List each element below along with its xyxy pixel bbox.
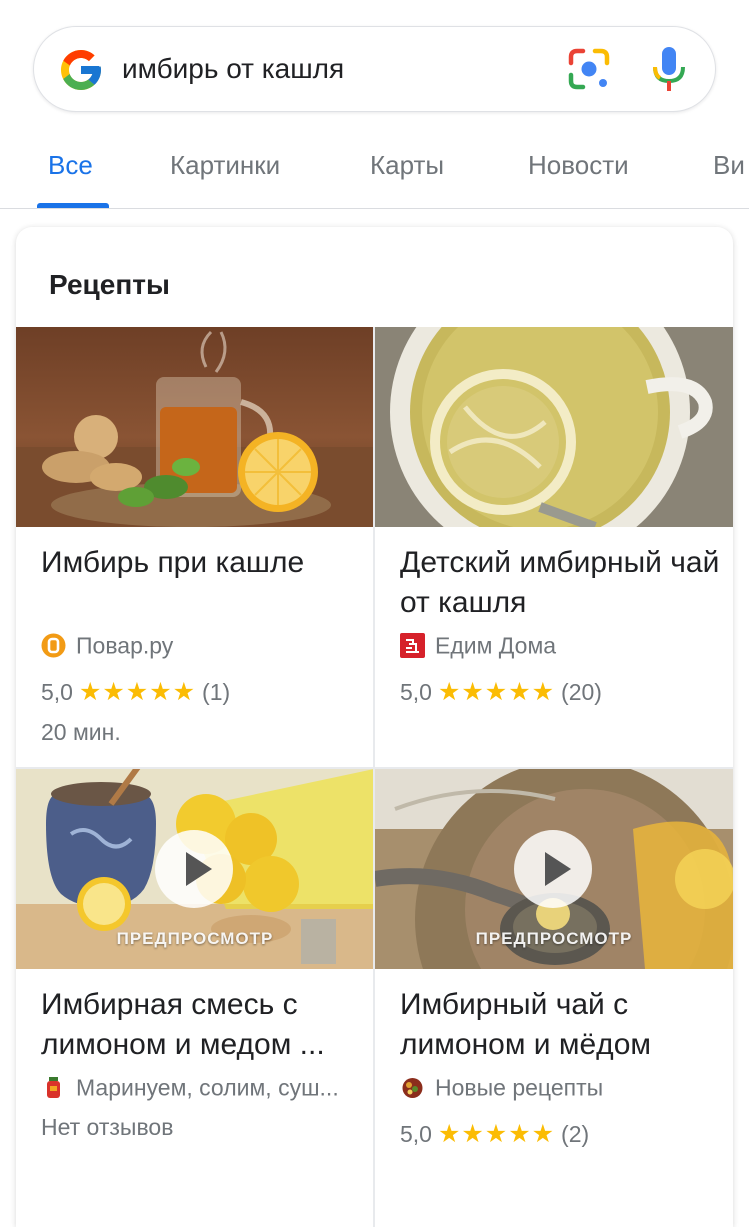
preview-label: ПРЕДПРОСМОТР — [116, 929, 274, 948]
tab-video[interactable]: Ви — [713, 150, 745, 181]
recipe-image — [375, 327, 733, 527]
star-rating-icon: ★★★★★ — [437, 678, 556, 706]
rating-value: 5,0 — [400, 1121, 432, 1147]
no-reviews: Нет отзывов — [41, 1114, 174, 1140]
recipe-title: Имбирный чай с лимоном и мёдом — [400, 988, 652, 1061]
star-rating-icon: ★★★★★ — [78, 678, 197, 706]
recipe-video-thumbnail[interactable]: ПРЕДПРОСМОТР — [375, 769, 733, 969]
grid-divider-vertical — [373, 327, 375, 1227]
star-rating-icon: ★★★★★ — [437, 1120, 556, 1148]
review-count: (1) — [202, 679, 231, 705]
tab-all[interactable]: Все — [48, 150, 93, 181]
review-count: (20) — [561, 679, 602, 705]
recipe-source: Повар.ру — [41, 631, 173, 659]
google-logo-icon — [61, 50, 101, 90]
tab-maps[interactable]: Карты — [370, 150, 444, 181]
recipe-source: Новые рецепты — [400, 1073, 603, 1101]
recipe-source: Едим Дома — [400, 631, 556, 659]
tabs-divider — [0, 208, 749, 209]
povar-ru-icon — [41, 633, 66, 658]
recipe-item[interactable]: Детский имбирный чай от кашля Едим Дома … — [375, 327, 733, 767]
recipe-title: Имбирная смесь с лимоном и медом ... — [41, 988, 325, 1061]
recipe-item[interactable]: Имбирь при кашле Повар.ру 5,0 ★★★★★ (1) 20… — [16, 327, 374, 767]
tab-images[interactable]: Картинки — [170, 150, 280, 181]
novye-recepty-icon — [400, 1075, 425, 1100]
preview-label: ПРЕДПРОСМОТР — [475, 929, 633, 948]
tab-news[interactable]: Новости — [528, 150, 629, 181]
recipe-rating: 5,0 ★★★★★ (1) — [41, 677, 230, 707]
recipe-item[interactable]: ПРЕДПРОСМОТР Имбирная смесь с лимоном и … — [16, 769, 374, 1227]
search-input[interactable]: имбирь от кашля — [122, 53, 344, 85]
recipe-title: Имбирь при кашле — [41, 546, 305, 579]
edim-doma-icon — [400, 633, 425, 659]
search-tabs: Все Картинки Карты Новости Ви — [0, 130, 749, 210]
grid-divider-horizontal — [16, 767, 733, 769]
play-icon[interactable] — [155, 830, 233, 908]
recipe-video-thumbnail[interactable]: ПРЕДПРОСМОТР — [16, 769, 374, 969]
recipe-rating: 5,0 ★★★★★ (2) — [400, 1119, 589, 1149]
cook-time: 20 мин. — [41, 719, 121, 745]
microphone-icon[interactable] — [650, 45, 688, 95]
search-bar[interactable]: имбирь от кашля — [33, 26, 716, 112]
review-count: (2) — [561, 1121, 590, 1147]
jar-icon — [41, 1075, 66, 1100]
card-title: Рецепты — [49, 269, 170, 300]
rating-value: 5,0 — [41, 679, 73, 705]
recipe-source: Маринуем, солим, суш... — [41, 1073, 339, 1101]
recipe-title: Детский имбирный чай от кашля — [400, 546, 720, 619]
recipes-card: Рецепты Имбирь при кашле Повар.ру 5,0 ★★… — [16, 227, 733, 1227]
google-lens-icon[interactable] — [565, 45, 613, 93]
recipe-rating: 5,0 ★★★★★ (20) — [400, 677, 602, 707]
recipe-image — [16, 327, 374, 527]
recipe-item[interactable]: ПРЕДПРОСМОТР Имбирный чай с лимоном и мё… — [375, 769, 733, 1227]
rating-value: 5,0 — [400, 679, 432, 705]
play-icon[interactable] — [514, 830, 592, 908]
